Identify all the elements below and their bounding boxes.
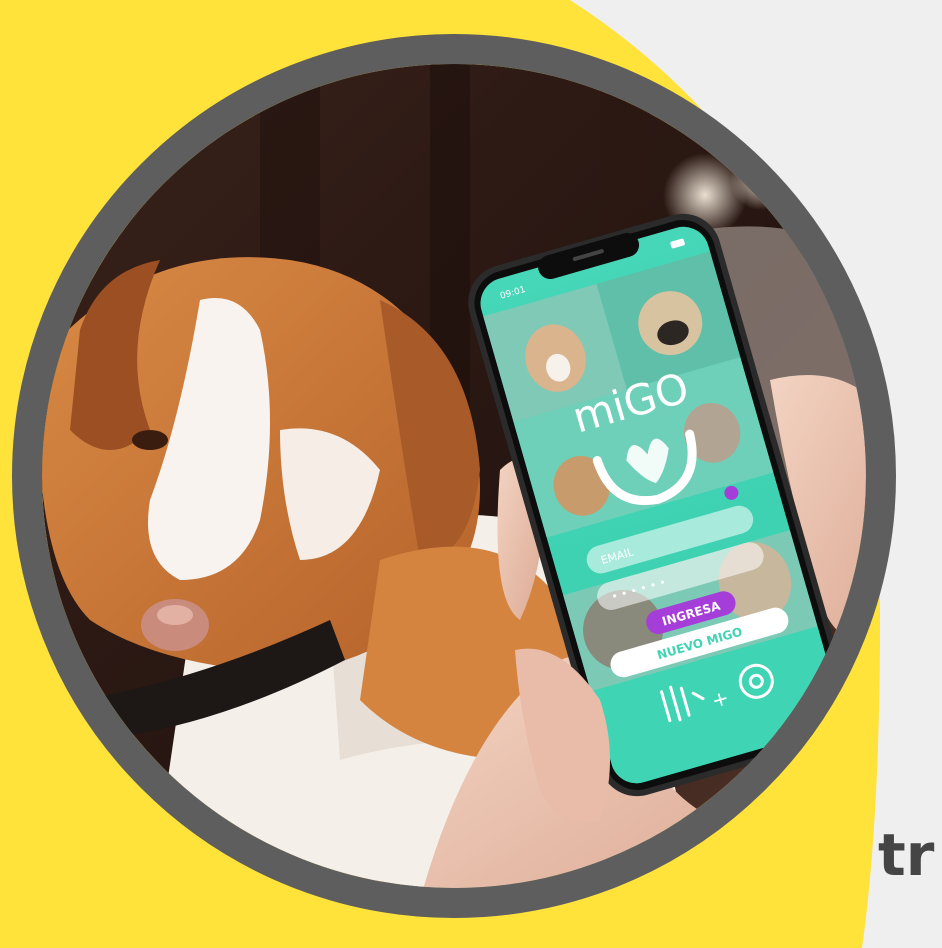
partial-heading-text: tr	[878, 821, 935, 889]
dog-eye	[132, 430, 168, 450]
scene: miGO EMAIL • • • • • • INGRESA NUEVO MIG…	[0, 0, 942, 948]
